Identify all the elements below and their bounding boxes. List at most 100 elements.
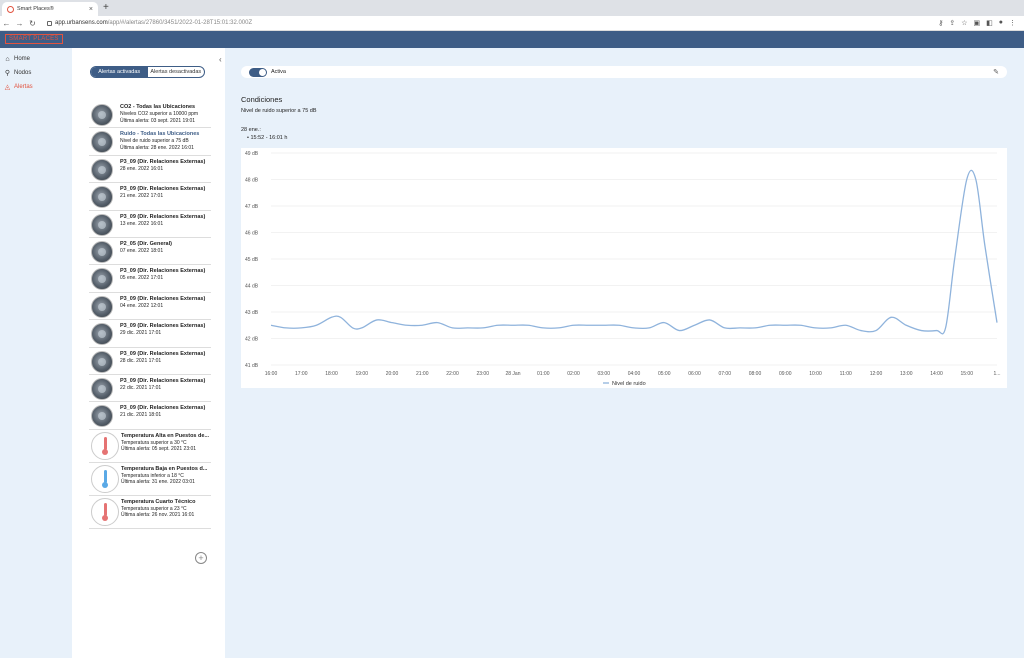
alert-title: P3_09 (Dir. Relaciones Externas) — [120, 158, 206, 165]
x-tick-label: 07:00 — [718, 371, 731, 377]
alert-filter-toggle: Alertas activadas Alertas desactivadas — [90, 66, 205, 78]
alert-list-item[interactable]: Temperatura Baja en Puestos d... Temperat… — [89, 463, 211, 496]
alert-line: Última alerta: 28 ene. 2022 16:01 — [120, 144, 194, 151]
url-field[interactable]: app.urbansens.com/app/#/alertas/27860/34… — [47, 20, 938, 26]
node-photo-avatar — [91, 158, 113, 181]
x-tick-label: 1... — [994, 371, 1001, 377]
y-tick-label: 48 dB — [245, 178, 259, 184]
alert-list-item[interactable]: P3_09 (Dir. Relaciones Externas) 05 ene. … — [89, 265, 211, 293]
x-tick-label: 09:00 — [779, 371, 792, 377]
x-tick-label: 11:00 — [840, 371, 852, 377]
sidebar-icon[interactable]: ◧ — [986, 19, 993, 27]
tab-alertas-desactivadas[interactable]: Alertas desactivadas — [148, 67, 205, 77]
thermometer-icon — [91, 497, 119, 526]
alert-list-item[interactable]: Temperatura Cuarto Técnico Temperatura su… — [89, 496, 211, 529]
alert-list-item[interactable]: CO2 - Todas las Ubicaciones Niveles CO2 s… — [89, 101, 211, 129]
node-photo-avatar — [91, 295, 113, 318]
alert-line: Última alerta: 05 sept. 2021 23:01 — [121, 446, 197, 453]
thermometer-icon — [91, 431, 119, 460]
alert-line: Última alerta: 26 nov. 2021 16:01 — [121, 512, 195, 519]
collapse-panel-icon[interactable]: ‹ — [219, 55, 222, 64]
alert-line: 05 ene. 2022 17:01 — [120, 275, 164, 282]
y-tick-label: 47 dB — [245, 204, 259, 210]
alert-list-panel: ‹ Alertas activadas Alertas desactivadas… — [72, 48, 225, 658]
alert-list: CO2 - Todas las Ubicaciones Niveles CO2 s… — [89, 101, 211, 529]
nav-item-nodos[interactable]: ⚲ Nodos — [0, 66, 72, 80]
y-tick-label: 41 dB — [245, 363, 259, 369]
alert-line: 29 dic. 2021 17:01 — [120, 330, 162, 337]
alert-list-item[interactable]: P3_09 (Dir. Relaciones Externas) 22 dic. … — [89, 375, 211, 403]
conditions-title: Condiciones — [241, 95, 283, 104]
node-photo-avatar — [91, 268, 113, 291]
x-tick-label: 23:00 — [476, 371, 489, 377]
lock-icon — [47, 20, 52, 26]
reload-icon[interactable]: ↻ — [26, 19, 39, 28]
alert-list-item[interactable]: P3_09 (Dir. Relaciones Externas) 21 dic. … — [89, 402, 211, 430]
alert-list-item[interactable]: P3_09 (Dir. Relaciones Externas) 28 ene. … — [89, 156, 211, 184]
alert-line: 22 dic. 2021 17:01 — [120, 384, 162, 391]
alert-list-item[interactable]: Temperatura Alta en Puestos de... Tempera… — [89, 430, 211, 463]
node-photo-avatar — [91, 323, 113, 346]
y-tick-label: 43 dB — [245, 310, 259, 316]
alert-line: Última alerta: 31 ene. 2022 03:01 — [121, 479, 195, 486]
x-tick-label: 15:00 — [960, 371, 973, 377]
alert-date: 28 ene.: — [241, 127, 261, 133]
alert-list-item[interactable]: P3_09 (Dir. Relaciones Externas) 28 dic. … — [89, 348, 211, 375]
app-logo[interactable]: SMART PLACES — [5, 34, 63, 44]
x-tick-label: 20:00 — [386, 371, 399, 377]
forward-icon[interactable]: → — [13, 19, 26, 28]
alert-list-item[interactable]: P3_09 (Dir. Relaciones Externas) 13 ene. … — [89, 211, 211, 238]
active-bar: Activa ✎ — [241, 66, 1007, 78]
alert-line: 28 ene. 2022 16:01 — [120, 165, 164, 172]
x-tick-label: 05:00 — [658, 371, 671, 377]
node-photo-avatar — [91, 405, 113, 428]
y-tick-label: 44 dB — [245, 284, 259, 290]
x-tick-label: 14:00 — [930, 371, 943, 377]
browser-tab[interactable]: Smart Places® × — [2, 2, 98, 16]
x-tick-label: 17:00 — [295, 371, 308, 377]
alert-list-item[interactable]: P3_09 (Dir. Relaciones Externas) 29 dic. … — [89, 320, 211, 348]
tab-title: Smart Places® — [17, 6, 54, 12]
active-toggle[interactable] — [249, 67, 267, 77]
y-tick-label: 42 dB — [245, 337, 259, 343]
alert-line: 04 ene. 2022 12:01 — [120, 302, 164, 309]
nav-item-home[interactable]: ⌂ Home — [0, 52, 72, 66]
new-tab-button[interactable]: + — [103, 3, 109, 13]
alert-list-item[interactable]: P3_09 (Dir. Relaciones Externas) 04 ene. … — [89, 293, 211, 321]
alert-list-item[interactable]: P3_09 (Dir. Relaciones Externas) 21 ene. … — [89, 183, 211, 211]
extensions-icon[interactable]: ▣ — [974, 19, 981, 27]
share-icon[interactable]: ⇪ — [949, 19, 955, 27]
nav-item-alertas[interactable]: ◬ Alertas — [0, 80, 72, 94]
node-photo-avatar — [91, 131, 113, 154]
back-icon[interactable]: ← — [0, 19, 13, 28]
alert-line: Última alerta: 03 sept. 2021 19:01 — [120, 117, 196, 124]
node-photo-avatar — [91, 240, 113, 263]
alert-title: Temperatura Cuarto Técnico — [121, 498, 196, 505]
node-photo-avatar — [91, 104, 113, 126]
noise-chart: 41 dB 42 dB 43 dB 44 dB 45 dB 46 dB 47 dB 48 dB… — [241, 148, 1007, 388]
favicon-icon — [7, 5, 14, 13]
profile-icon[interactable]: ● — [999, 19, 1003, 27]
tab-alertas-activadas[interactable]: Alertas activadas — [91, 67, 148, 77]
left-nav: ⌂ Home ⚲ Nodos ◬ Alertas — [0, 48, 72, 658]
nav-item-label: Home — [14, 56, 31, 62]
alert-detail: Activa ✎ Condiciones Nivel de ruido supe… — [225, 48, 1024, 658]
x-tick-label: 10:00 — [809, 371, 822, 377]
x-tick-label: 02:00 — [567, 371, 580, 377]
x-tick-label: 12:00 — [870, 371, 883, 377]
nav-item-label: Nodos — [14, 70, 32, 76]
alert-line: 21 ene. 2022 17:01 — [120, 193, 164, 200]
star-icon[interactable]: ☆ — [961, 19, 967, 27]
x-tick-label: 16:00 — [265, 371, 278, 377]
x-tick-label: 03:00 — [597, 371, 610, 377]
edit-icon[interactable]: ✎ — [993, 68, 999, 76]
tab-close-icon[interactable]: × — [89, 6, 93, 13]
alert-line: 07 ene. 2022 18:01 — [120, 247, 164, 254]
menu-icon[interactable]: ⋮ — [1009, 19, 1016, 27]
add-alert-button[interactable]: + — [195, 552, 207, 564]
key-icon[interactable]: ⚷ — [938, 19, 943, 27]
alert-title: Temperatura Alta en Puestos de... — [121, 432, 210, 439]
alert-list-item[interactable]: P2_05 (Dir. General) 07 ene. 2022 18:01 — [89, 238, 211, 266]
legend-label: Nivel de ruido — [612, 381, 646, 387]
alert-list-item[interactable]: Ruido - Todas las Ubicaciones Nivel de ru… — [89, 128, 211, 156]
